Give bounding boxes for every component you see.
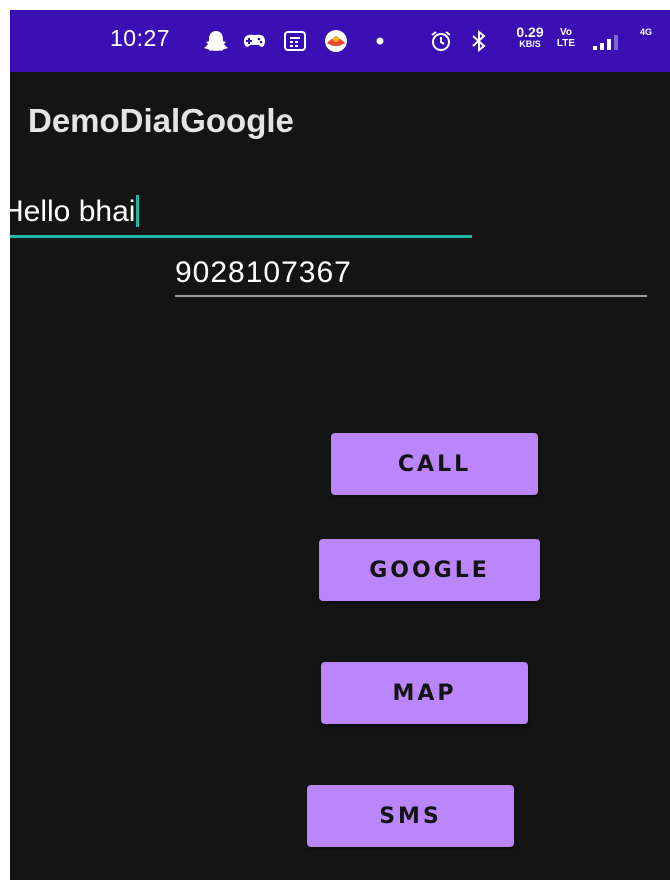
status-time: 10:27 — [110, 25, 171, 51]
network-type: 4G — [640, 27, 653, 37]
alarm-icon — [431, 31, 451, 51]
app-screen: 10:27 0.29 KB/S Vo LTE 4G DemoDialGoogle… — [10, 10, 670, 880]
signal-icon — [593, 35, 618, 50]
name-input-value[interactable]: Hello bhai — [10, 195, 140, 229]
status-bar: 10:27 0.29 KB/S Vo LTE 4G — [10, 10, 670, 72]
snapchat-icon — [204, 31, 228, 51]
text-cursor — [136, 195, 140, 227]
network-speed-value: 0.29 — [516, 24, 544, 40]
google-button[interactable]: GOOGLE — [319, 539, 540, 601]
call-button[interactable]: CALL — [331, 433, 538, 495]
phone-input[interactable]: 9028107367 — [175, 250, 647, 297]
dot-icon — [376, 37, 384, 45]
gamepad-icon — [244, 34, 265, 47]
network-speed: 0.29 KB/S — [511, 24, 549, 49]
phone-input-value[interactable]: 9028107367 — [175, 256, 352, 290]
bluetooth-icon — [472, 29, 486, 53]
volte-top: Vo — [559, 27, 573, 38]
app-title: DemoDialGoogle — [28, 102, 294, 139]
map-button[interactable]: MAP — [321, 662, 528, 724]
message-icon — [284, 31, 306, 51]
network-speed-unit: KB/S — [519, 39, 541, 49]
sms-button[interactable]: SMS — [307, 785, 514, 847]
volte-indicator: Vo LTE — [555, 27, 577, 49]
name-input[interactable]: Hello bhai — [10, 187, 472, 238]
volte-bottom: LTE — [556, 38, 576, 49]
name-input-text: Hello bhai — [10, 195, 136, 228]
app-icon — [325, 30, 347, 52]
